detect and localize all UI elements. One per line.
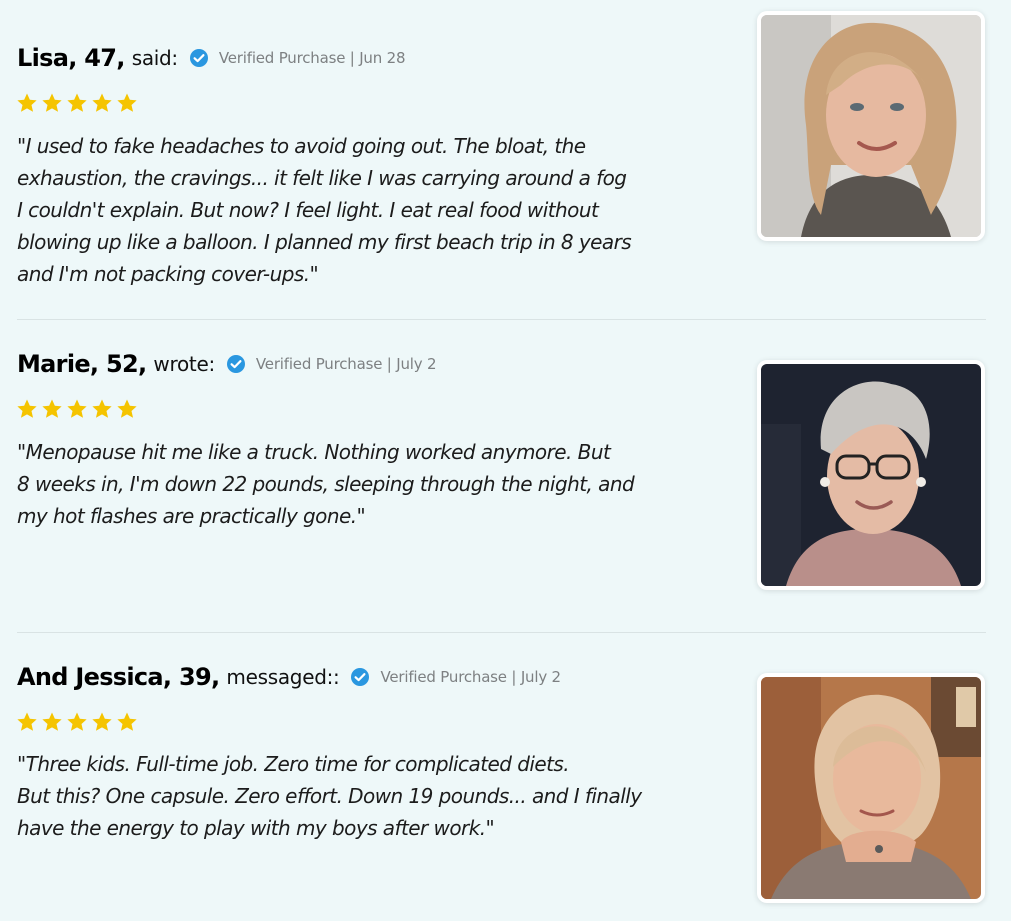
star-rating: [16, 92, 138, 114]
star-icon: [117, 399, 137, 418]
review-header: And Jessica, 39, messaged:: Verified Pur…: [17, 663, 561, 691]
verified-check-icon: [226, 354, 246, 374]
review-quote: "Menopause hit me like a truck. Nothing …: [17, 440, 635, 528]
verified-check-icon: [189, 48, 209, 68]
review-card: And Jessica, 39, messaged:: Verified Pur…: [0, 633, 1011, 921]
verified-purchase-label: Verified Purchase | July 2: [255, 355, 437, 373]
review-verb: wrote:: [153, 352, 215, 376]
verified-check-icon: [350, 667, 370, 687]
star-icon: [42, 399, 62, 418]
star-icon: [117, 712, 137, 731]
review-card: Marie, 52, wrote: Verified Purchase | Ju…: [0, 320, 1011, 633]
reviewer-name: Marie, 52,: [17, 350, 147, 378]
reviewer-photo: [757, 11, 985, 241]
star-icon: [17, 399, 37, 418]
testimonials-section: Lisa, 47, said: Verified Purchase | Jun …: [0, 0, 1011, 921]
star-icon: [42, 93, 62, 112]
review-verb: messaged::: [226, 665, 340, 689]
review-verb: said:: [131, 46, 178, 70]
reviewer-photo: [757, 673, 985, 903]
star-icon: [67, 712, 87, 731]
review-card: Lisa, 47, said: Verified Purchase | Jun …: [0, 0, 1011, 320]
review-header: Lisa, 47, said: Verified Purchase | Jun …: [17, 44, 406, 72]
verified-purchase-label: Verified Purchase | July 2: [380, 668, 561, 686]
star-icon: [17, 712, 37, 731]
verified-purchase-label: Verified Purchase | Jun 28: [218, 49, 406, 67]
star-icon: [42, 712, 62, 731]
review-header: Marie, 52, wrote: Verified Purchase | Ju…: [17, 350, 437, 378]
star-icon: [17, 93, 37, 112]
star-rating: [16, 398, 138, 420]
review-quote: "Three kids. Full-time job. Zero time fo…: [17, 752, 642, 840]
star-icon: [92, 399, 112, 418]
review-quote: "I used to fake headaches to avoid going…: [17, 134, 632, 286]
reviewer-photo: [757, 360, 985, 590]
star-icon: [92, 93, 112, 112]
reviewer-name: And Jessica, 39,: [17, 663, 220, 691]
star-icon: [67, 93, 87, 112]
reviewer-name: Lisa, 47,: [17, 44, 125, 72]
star-icon: [67, 399, 87, 418]
star-icon: [117, 93, 137, 112]
star-rating: [16, 711, 138, 733]
star-icon: [92, 712, 112, 731]
